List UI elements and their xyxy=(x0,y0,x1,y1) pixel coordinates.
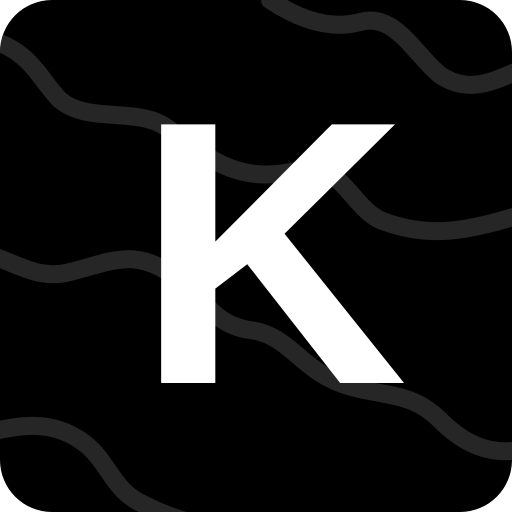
app-icon: K xyxy=(0,0,512,512)
app-logo-letter: K xyxy=(136,43,408,463)
logo-letter-text: K xyxy=(136,43,408,463)
